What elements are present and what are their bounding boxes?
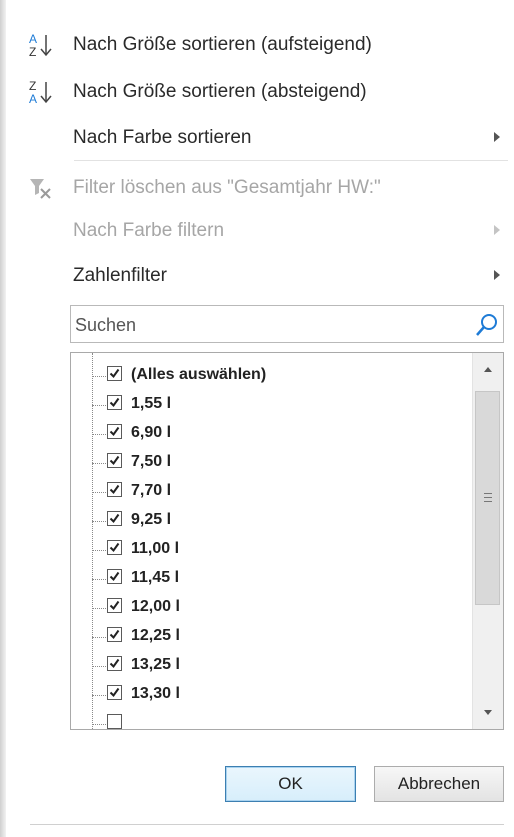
ok-button[interactable]: OK bbox=[225, 766, 356, 802]
tree-branch bbox=[92, 637, 106, 638]
sort-descending-icon: Z A bbox=[24, 77, 56, 107]
list-item[interactable]: 7,50 l bbox=[92, 449, 462, 478]
list-item[interactable]: 9,25 l bbox=[92, 507, 462, 536]
autofilter-menu: A Z Nach Größe sortieren (aufsteigend) Z… bbox=[0, 0, 514, 837]
sort-by-color-label: Nach Farbe sortieren bbox=[73, 127, 252, 148]
list-item-label: (Alles auswählen) bbox=[131, 366, 267, 383]
list-item[interactable]: 1,55 l bbox=[92, 391, 462, 420]
cancel-button[interactable]: Abbrechen bbox=[374, 766, 504, 802]
list-item[interactable]: 7,70 l bbox=[92, 478, 462, 507]
list-item-label: 11,45 l bbox=[131, 569, 180, 586]
list-item-label: 1,55 l bbox=[131, 395, 172, 412]
tree-branch bbox=[92, 434, 106, 435]
sort-ascending-icon: A Z bbox=[24, 30, 56, 60]
list-item-label: 7,50 l bbox=[131, 453, 172, 470]
scroll-up-arrow-icon[interactable] bbox=[484, 367, 492, 372]
grip-line bbox=[484, 497, 492, 498]
scroll-thumb[interactable] bbox=[475, 391, 500, 605]
checkbox[interactable] bbox=[107, 540, 122, 555]
sort-descending-label: Nach Größe sortieren (absteigend) bbox=[73, 81, 367, 102]
list-item-label: 12,25 l bbox=[131, 627, 180, 644]
resize-grip-line bbox=[30, 824, 504, 825]
checkbox[interactable] bbox=[107, 627, 122, 642]
svg-text:Z: Z bbox=[29, 79, 36, 93]
checkbox[interactable] bbox=[107, 656, 122, 671]
list-item-label: 9,25 l bbox=[131, 511, 172, 528]
tree-branch bbox=[92, 695, 106, 696]
search-placeholder: Suchen bbox=[75, 315, 137, 335]
grip-line bbox=[484, 493, 492, 494]
checkbox[interactable] bbox=[107, 685, 122, 700]
sort-descending-item[interactable]: Z A Nach Größe sortieren (absteigend) bbox=[20, 69, 508, 115]
tree-branch bbox=[92, 579, 106, 580]
checkbox[interactable] bbox=[107, 482, 122, 497]
list-item-label: 13,25 l bbox=[131, 656, 180, 673]
filter-by-color-item[interactable]: Nach Farbe filtern bbox=[20, 208, 508, 254]
checkbox[interactable] bbox=[107, 395, 122, 410]
clear-filter-icon bbox=[24, 173, 56, 203]
clear-filter-item[interactable]: Filter löschen aus "Gesamtjahr HW:" bbox=[20, 165, 508, 211]
checkbox[interactable] bbox=[107, 714, 122, 729]
filter-by-color-label: Nach Farbe filtern bbox=[73, 220, 225, 241]
sort-ascending-item[interactable]: A Z Nach Größe sortieren (aufsteigend) bbox=[20, 22, 508, 68]
tree-branch bbox=[92, 492, 106, 493]
tree-branch bbox=[92, 521, 106, 522]
scroll-down-arrow-icon[interactable] bbox=[484, 710, 492, 715]
tree-branch bbox=[92, 666, 106, 667]
search-input[interactable]: Suchen bbox=[70, 305, 504, 343]
tree-branch bbox=[92, 724, 106, 725]
list-item-label: 11,00 l bbox=[131, 540, 180, 557]
list-item-select-all[interactable]: (Alles auswählen) bbox=[92, 362, 462, 391]
magnifier-icon[interactable] bbox=[474, 312, 500, 338]
number-filters-label: Zahlenfilter bbox=[73, 265, 167, 286]
submenu-arrow-icon bbox=[494, 225, 500, 235]
list-item[interactable]: 12,00 l bbox=[92, 594, 462, 623]
list-item[interactable]: 13,25 l bbox=[92, 652, 462, 681]
submenu-arrow-icon bbox=[494, 132, 500, 142]
list-scrollbar[interactable] bbox=[472, 353, 503, 729]
clear-filter-label: Filter löschen aus "Gesamtjahr HW:" bbox=[73, 177, 381, 198]
menu-separator bbox=[74, 160, 508, 161]
list-item[interactable]: 13,30 l bbox=[92, 681, 462, 710]
list-item[interactable]: 6,90 l bbox=[92, 420, 462, 449]
svg-text:A: A bbox=[29, 92, 37, 106]
list-item-partial[interactable] bbox=[92, 710, 462, 729]
list-item[interactable]: 11,45 l bbox=[92, 565, 462, 594]
number-filters-item[interactable]: Zahlenfilter bbox=[20, 253, 508, 299]
filter-value-list[interactable]: (Alles auswählen) 1,55 l 6,90 l 7,50 l 7… bbox=[70, 352, 504, 730]
list-item-label: 13,30 l bbox=[131, 685, 180, 702]
tree-branch bbox=[92, 376, 106, 377]
sort-ascending-label: Nach Größe sortieren (aufsteigend) bbox=[73, 34, 372, 55]
checkbox[interactable] bbox=[107, 511, 122, 526]
list-item[interactable]: 11,00 l bbox=[92, 536, 462, 565]
checkbox[interactable] bbox=[107, 424, 122, 439]
list-item-label: 7,70 l bbox=[131, 482, 172, 499]
svg-text:Z: Z bbox=[29, 45, 36, 59]
list-item-label: 6,90 l bbox=[131, 424, 172, 441]
list-item[interactable]: 12,25 l bbox=[92, 623, 462, 652]
tree-branch bbox=[92, 550, 106, 551]
submenu-arrow-icon bbox=[494, 270, 500, 280]
list-item-label: 12,00 l bbox=[131, 598, 180, 615]
tree-branch bbox=[92, 608, 106, 609]
tree-branch bbox=[92, 463, 106, 464]
checkbox[interactable] bbox=[107, 598, 122, 613]
svg-text:A: A bbox=[29, 32, 37, 46]
checkbox[interactable] bbox=[107, 453, 122, 468]
tree-branch bbox=[92, 405, 106, 406]
sort-by-color-item[interactable]: Nach Farbe sortieren bbox=[20, 115, 508, 161]
grip-line bbox=[484, 501, 492, 502]
checkbox[interactable] bbox=[107, 366, 122, 381]
checkbox[interactable] bbox=[107, 569, 122, 584]
